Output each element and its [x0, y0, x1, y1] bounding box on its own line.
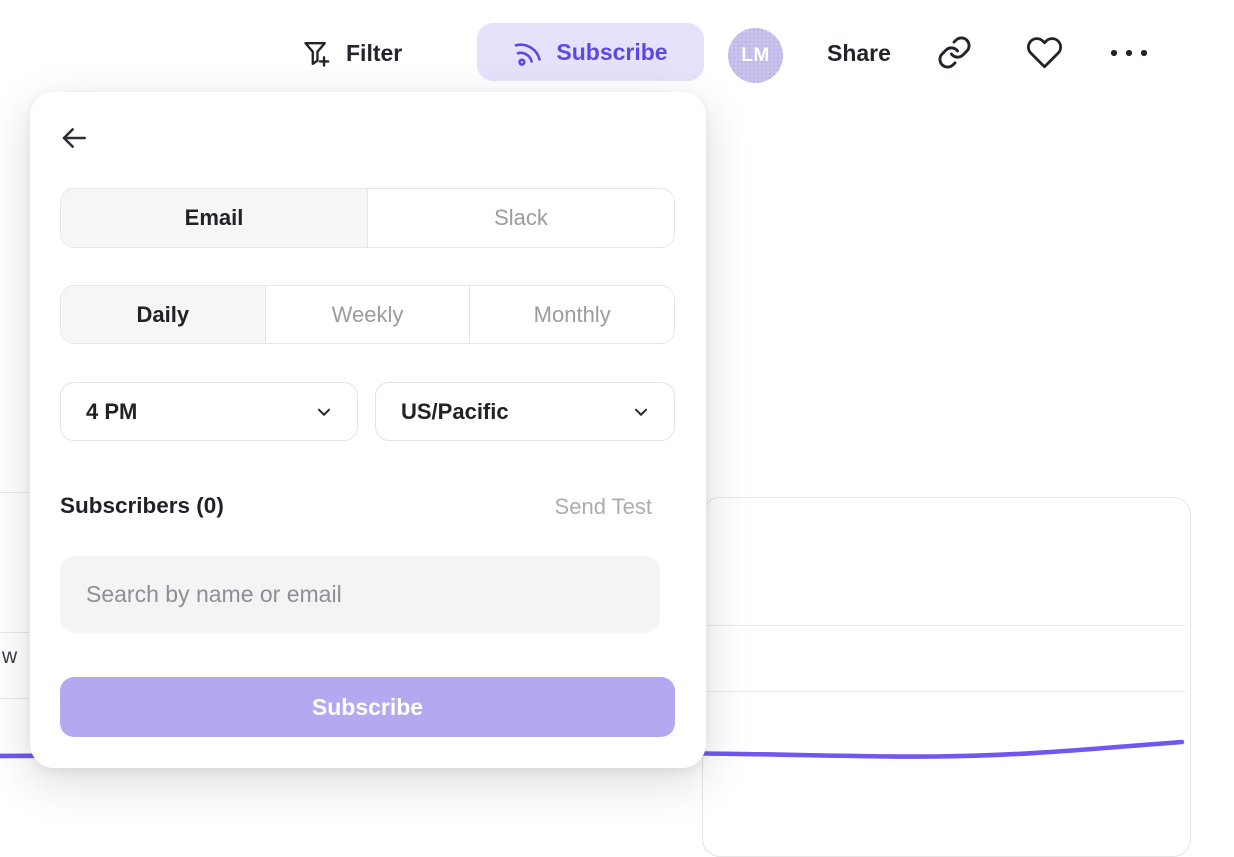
- tab-slack-label: Slack: [494, 205, 548, 231]
- filter-label: Filter: [346, 40, 402, 67]
- tab-weekly-label: Weekly: [332, 302, 404, 328]
- ellipsis-icon: [1108, 40, 1150, 66]
- timezone-select-value: US/Pacific: [401, 399, 509, 425]
- subscribe-label: Subscribe: [556, 39, 667, 66]
- tab-email-label: Email: [185, 205, 244, 231]
- back-arrow-icon: [58, 122, 90, 154]
- tab-daily[interactable]: Daily: [61, 286, 265, 343]
- favorite-button[interactable]: [1026, 34, 1063, 71]
- subscribers-count-label: Subscribers (0): [60, 493, 224, 519]
- tab-slack[interactable]: Slack: [367, 189, 674, 247]
- time-select-value: 4 PM: [86, 399, 137, 425]
- share-button[interactable]: Share: [827, 33, 891, 73]
- time-select[interactable]: 4 PM: [60, 382, 358, 441]
- share-label: Share: [827, 40, 891, 67]
- user-avatar[interactable]: LM: [728, 28, 783, 83]
- tab-weekly[interactable]: Weekly: [265, 286, 470, 343]
- subscriber-search-input[interactable]: [60, 556, 660, 633]
- rss-icon: [513, 37, 543, 67]
- chevron-down-icon: [630, 401, 652, 423]
- channel-tabs: Email Slack: [60, 188, 675, 248]
- filter-icon: [300, 37, 333, 70]
- tab-email[interactable]: Email: [61, 189, 367, 247]
- chevron-down-icon: [313, 401, 335, 423]
- heart-icon: [1026, 34, 1063, 71]
- copy-link-button[interactable]: [936, 34, 973, 71]
- frequency-tabs: Daily Weekly Monthly: [60, 285, 675, 344]
- link-icon: [936, 34, 973, 71]
- more-options-button[interactable]: [1108, 40, 1150, 66]
- filter-button[interactable]: Filter: [300, 33, 402, 73]
- tab-monthly-label: Monthly: [534, 302, 611, 328]
- modal-subscribe-button[interactable]: Subscribe: [60, 677, 675, 737]
- send-test-button[interactable]: Send Test: [555, 494, 652, 520]
- tab-daily-label: Daily: [137, 302, 190, 328]
- timezone-select[interactable]: US/Pacific: [375, 382, 675, 441]
- create-subscription-modal: Create a Subscription Email Slack Daily …: [30, 92, 706, 768]
- subscribe-button[interactable]: Subscribe: [477, 23, 704, 81]
- avatar-initials: LM: [741, 45, 769, 67]
- tab-monthly[interactable]: Monthly: [469, 286, 674, 343]
- back-button[interactable]: [58, 122, 90, 154]
